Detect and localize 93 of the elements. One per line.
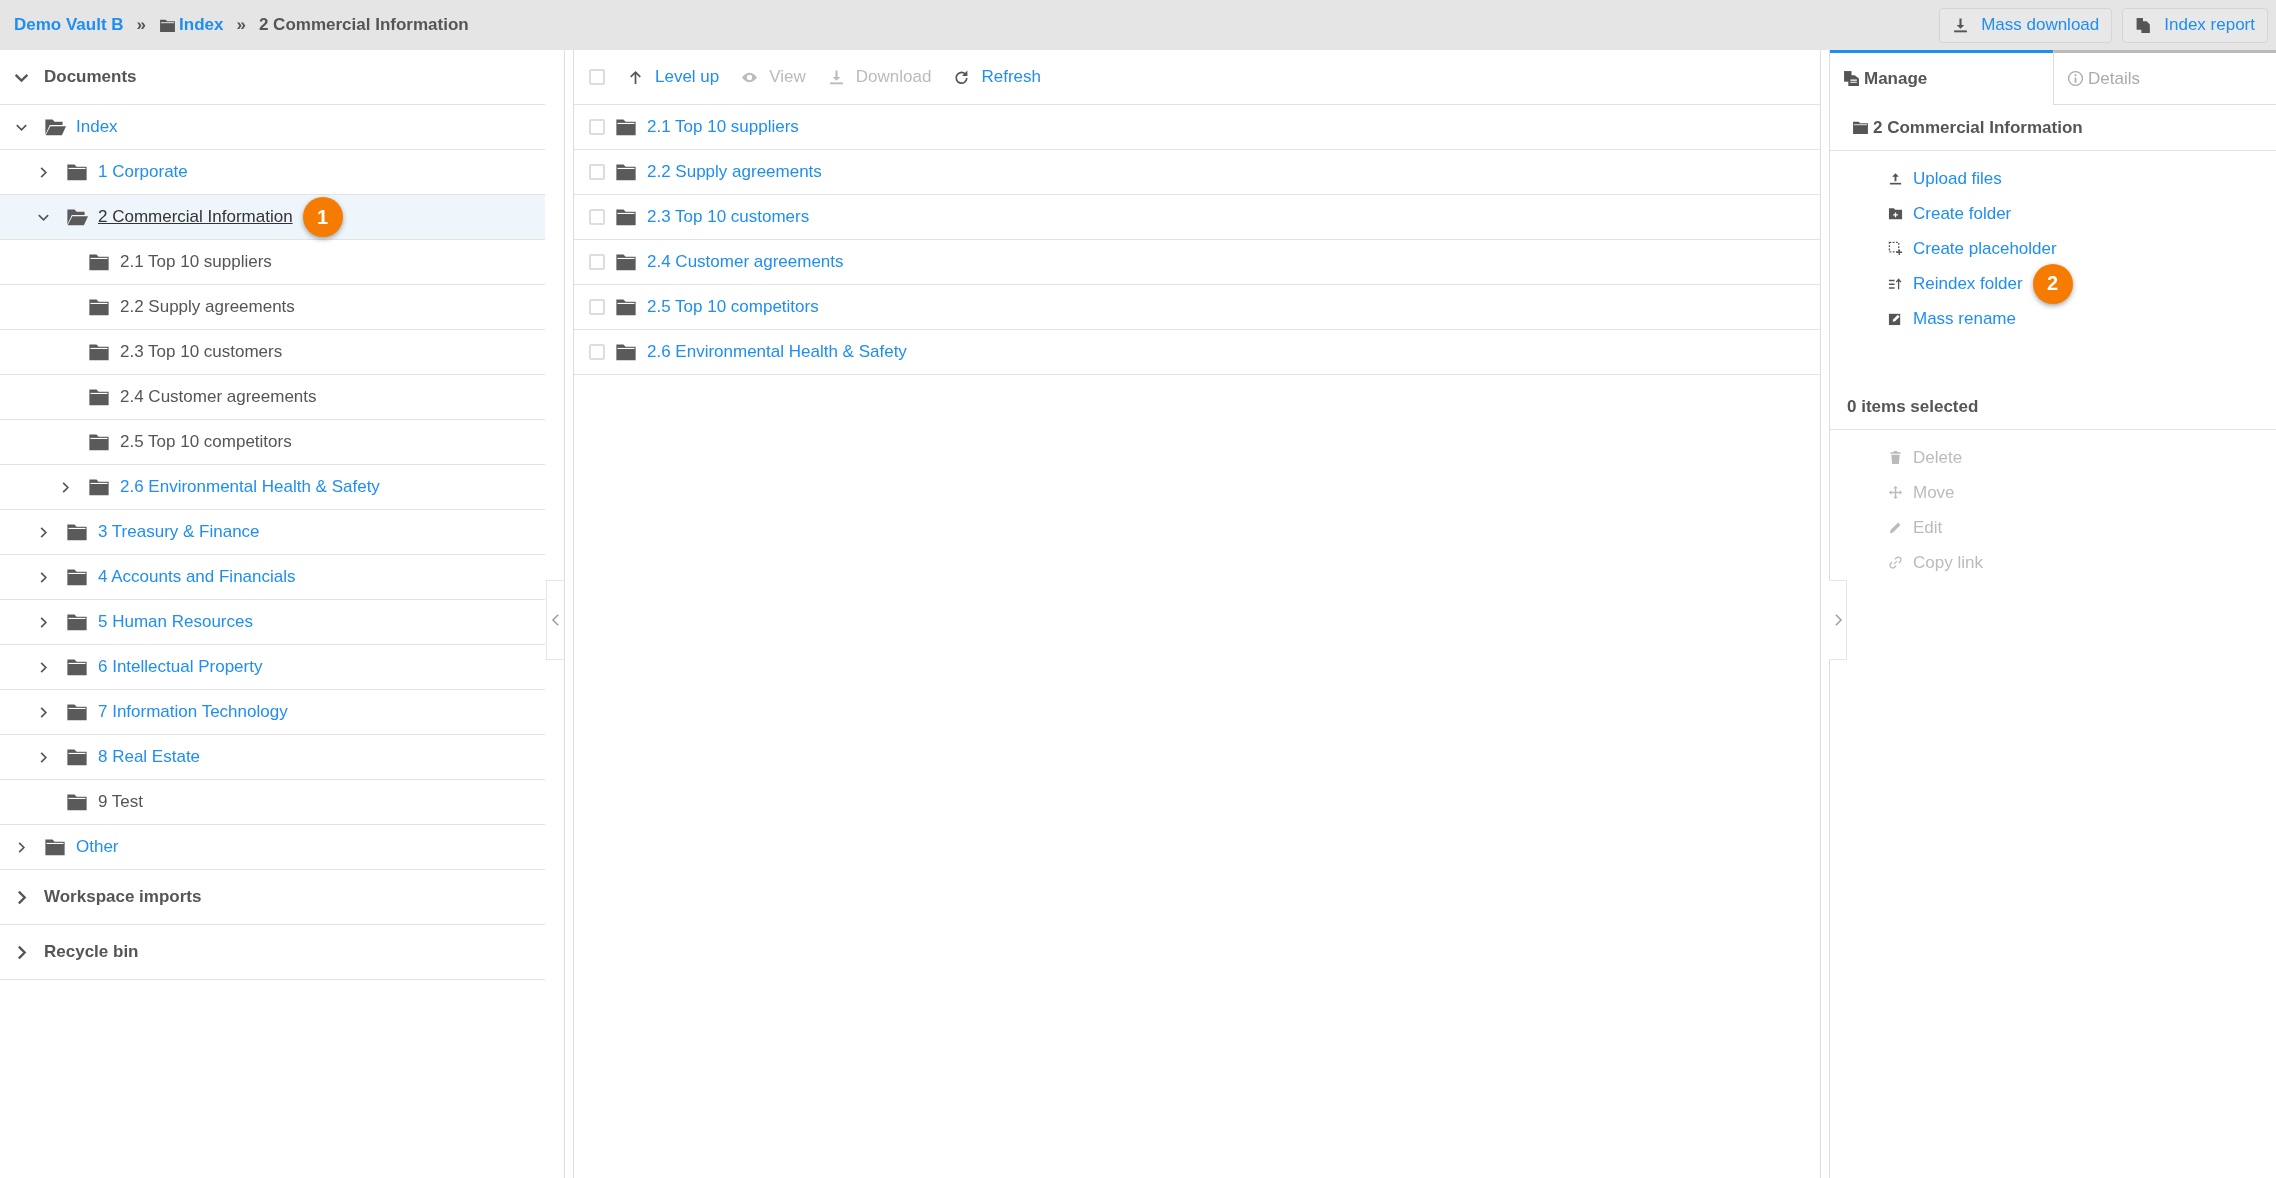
action-link[interactable]: Mass rename bbox=[1888, 308, 2016, 329]
folder-icon bbox=[66, 701, 88, 723]
tree-item[interactable]: Index bbox=[0, 105, 545, 150]
folder-icon bbox=[66, 656, 88, 678]
download-icon bbox=[827, 68, 845, 86]
expand-panel-handle[interactable] bbox=[1829, 580, 1847, 660]
info-icon bbox=[2067, 70, 2084, 87]
folder-icon bbox=[615, 341, 637, 363]
action-link[interactable]: Create placeholder bbox=[1888, 238, 2057, 259]
tree-item[interactable]: 2.1 Top 10 suppliers bbox=[0, 240, 545, 285]
folder-link[interactable]: 2.1 Top 10 suppliers bbox=[647, 117, 799, 137]
folder-plus-icon bbox=[1888, 206, 1903, 221]
row-checkbox[interactable] bbox=[589, 254, 605, 270]
panel-tab[interactable]: Details bbox=[2053, 50, 2276, 105]
tree-item[interactable]: 2.5 Top 10 competitors bbox=[0, 420, 545, 465]
step-badge: 2 bbox=[2032, 263, 2073, 304]
row-checkbox[interactable] bbox=[589, 344, 605, 360]
action-link[interactable]: Upload files bbox=[1888, 168, 2002, 189]
documents-icon bbox=[2135, 16, 2153, 34]
edit-square-icon bbox=[1888, 311, 1903, 326]
tree-item[interactable]: 5 Human Resources bbox=[0, 600, 545, 645]
folder-link[interactable]: 2.6 Environmental Health & Safety bbox=[647, 342, 907, 362]
folder-icon bbox=[66, 611, 88, 633]
tree-item[interactable]: 2.3 Top 10 customers bbox=[0, 330, 545, 375]
row-checkbox[interactable] bbox=[589, 299, 605, 315]
section-header[interactable]: Recycle bin bbox=[0, 925, 545, 980]
folder-icon bbox=[1852, 119, 1869, 136]
folder-icon bbox=[88, 341, 110, 363]
tree-item[interactable]: Other bbox=[0, 825, 545, 870]
tree-item[interactable]: 6 Intellectual Property bbox=[0, 645, 545, 690]
tree-item[interactable]: 2.4 Customer agreements bbox=[0, 375, 545, 420]
folder-icon bbox=[615, 251, 637, 273]
open-folder-icon bbox=[66, 206, 88, 228]
arrow-up-icon bbox=[627, 68, 644, 86]
folder-icon bbox=[66, 161, 88, 183]
folder-icon bbox=[88, 296, 110, 318]
folder-icon bbox=[66, 566, 88, 588]
select-all-checkbox[interactable] bbox=[589, 69, 605, 85]
folder-title: 2 Commercial Information bbox=[1873, 117, 2083, 138]
toolbar-button[interactable]: Level up bbox=[627, 67, 720, 87]
folder-icon bbox=[88, 251, 110, 273]
download-icon bbox=[1952, 16, 1970, 34]
tree-item[interactable]: 7 Information Technology bbox=[0, 690, 545, 735]
folder-icon bbox=[88, 476, 110, 498]
breadcrumb-link[interactable]: Index bbox=[179, 15, 224, 35]
section-header[interactable]: Documents bbox=[0, 50, 545, 105]
collapse-panel-handle[interactable] bbox=[546, 580, 564, 660]
folder-icon bbox=[66, 746, 88, 768]
folder-link[interactable]: 2.5 Top 10 competitors bbox=[647, 297, 819, 317]
folder-document-icon bbox=[1843, 70, 1860, 87]
folder-icon bbox=[88, 431, 110, 453]
mass-download-button[interactable]: Mass download bbox=[1939, 7, 2113, 43]
breadcrumb-separator: » bbox=[236, 15, 246, 35]
folder-icon bbox=[615, 296, 637, 318]
selection-count: 0 items selected bbox=[1830, 384, 2276, 430]
dashed-square-plus-icon bbox=[1888, 241, 1903, 256]
row-checkbox[interactable] bbox=[589, 164, 605, 180]
tree-item[interactable]: 9 Test bbox=[0, 780, 545, 825]
folder-icon bbox=[615, 206, 637, 228]
action-link[interactable]: Reindex folder bbox=[1888, 273, 2023, 294]
breadcrumb-current: 2 Commercial Information bbox=[258, 15, 469, 35]
folder-icon bbox=[66, 521, 88, 543]
folder-link[interactable]: 2.2 Supply agreements bbox=[647, 162, 822, 182]
folder-icon bbox=[44, 836, 66, 858]
pencil-icon bbox=[1888, 520, 1903, 535]
refresh-icon bbox=[953, 68, 971, 86]
row-checkbox[interactable] bbox=[589, 119, 605, 135]
step-badge: 1 bbox=[302, 197, 343, 237]
folder-link[interactable]: 2.4 Customer agreements bbox=[647, 252, 844, 272]
list-arrow-icon bbox=[1888, 276, 1903, 291]
tree-item[interactable]: 8 Real Estate bbox=[0, 735, 545, 780]
index-report-button[interactable]: Index report bbox=[2122, 7, 2268, 43]
folder-link[interactable]: 2.3 Top 10 customers bbox=[647, 207, 810, 227]
open-folder-icon bbox=[44, 116, 66, 138]
tree-item[interactable]: 2.6 Environmental Health & Safety bbox=[0, 465, 545, 510]
breadcrumb-separator: » bbox=[136, 15, 147, 35]
toolbar-button[interactable]: Refresh bbox=[953, 67, 1041, 87]
folder-icon bbox=[88, 386, 110, 408]
trash-icon bbox=[1888, 450, 1903, 465]
row-checkbox[interactable] bbox=[589, 209, 605, 225]
breadcrumb-link[interactable]: Demo Vault B bbox=[14, 15, 124, 35]
move-arrows-icon bbox=[1888, 485, 1903, 500]
folder-icon bbox=[66, 791, 88, 813]
tree-item[interactable]: 2.2 Supply agreements bbox=[0, 285, 545, 330]
upload-icon bbox=[1888, 171, 1903, 186]
action-link[interactable]: Create folder bbox=[1888, 203, 2012, 224]
link-icon bbox=[1888, 555, 1903, 570]
tree-item[interactable]: 3 Treasury & Finance bbox=[0, 510, 545, 555]
tree-item[interactable]: 4 Accounts and Financials bbox=[0, 555, 545, 600]
folder-icon bbox=[615, 116, 637, 138]
folder-icon bbox=[615, 161, 637, 183]
tree-item[interactable]: 2 Commercial Information 1 bbox=[0, 195, 545, 240]
section-header[interactable]: Workspace imports bbox=[0, 870, 545, 925]
